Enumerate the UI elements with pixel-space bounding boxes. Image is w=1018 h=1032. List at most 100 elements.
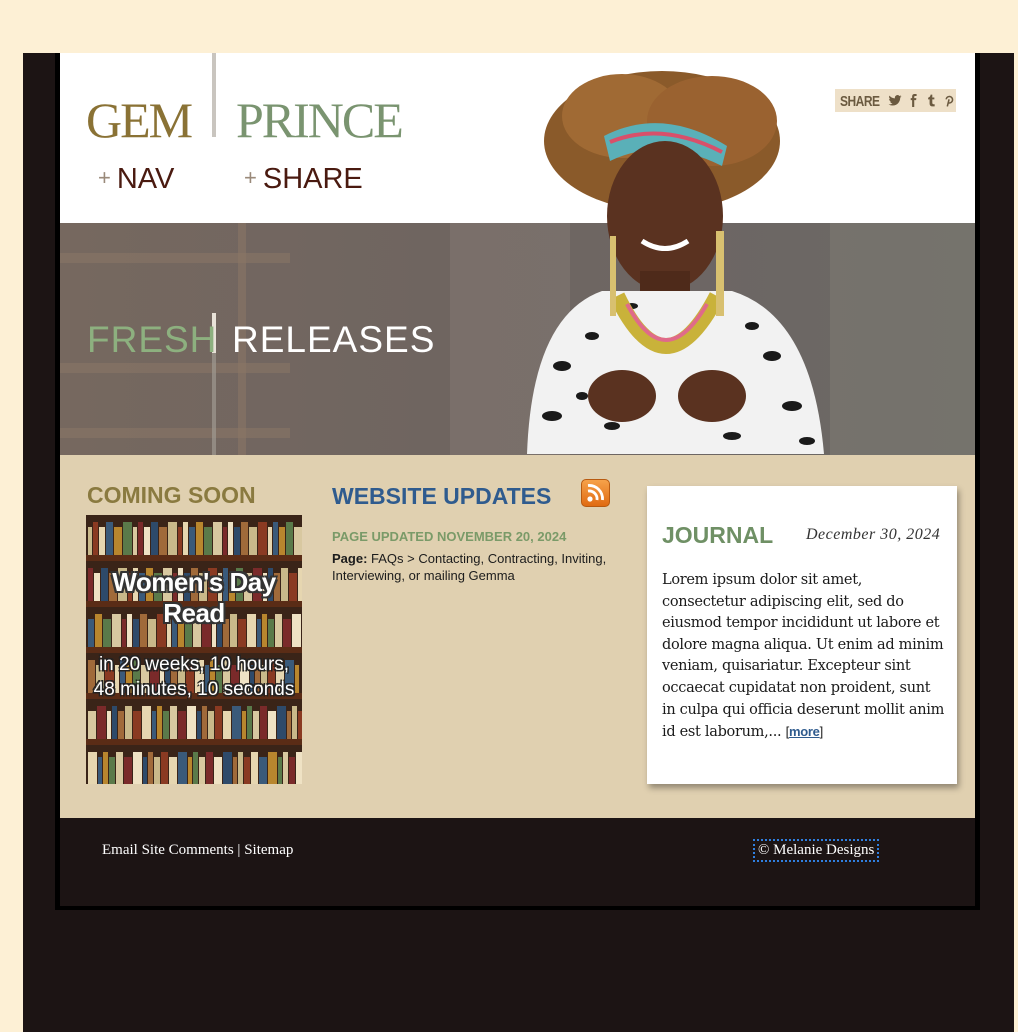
cover-book-spine [273,522,278,555]
book-cover-promo[interactable]: Women's Day Read in 20 weeks, 10 hours, … [86,515,302,784]
cover-book-spine [208,711,214,739]
update-page-label: Page: [332,551,368,566]
cover-book-spine [298,711,302,739]
cover-book-spine [197,711,201,739]
cover-book-spine [204,527,212,555]
cover-book-spine [287,711,291,739]
countdown-text: in 20 weeks, 10 hours, 48 minutes, 10 se… [93,654,295,700]
share-menu-toggle[interactable]: + SHARE [244,163,363,196]
cover-book-spine [206,752,213,784]
cover-book-spine [268,752,277,784]
cover-book-spine [187,706,196,739]
cover-book-spine [234,527,240,555]
footer-separator: | [237,842,241,858]
journal-body-text: Lorem ipsum dolor sit amet, consectetur … [662,572,945,741]
share-bar-label: SHARE [840,91,880,110]
social-share-bar: SHARE [835,89,956,112]
logo-gem[interactable]: GEM [86,91,193,149]
cover-book-spine [116,752,123,784]
cover-book-spine [193,752,198,784]
cover-book-spine [88,752,97,784]
plus-icon: + [98,165,111,190]
facebook-icon[interactable] [906,93,920,108]
nav-menu-toggle[interactable]: + NAV [98,163,174,196]
cover-book-spine [178,527,182,555]
share-menu-label: SHARE [262,163,363,195]
cover-book-spine [103,752,108,784]
cover-book-spine [143,757,147,784]
cover-book-spine [112,706,117,739]
cover-book-spine [242,711,246,739]
cover-book-spine [98,757,102,784]
background-shelf [60,253,290,263]
journal-heading: JOURNAL [662,522,774,548]
cover-book-spine [286,522,293,555]
cover-book-spine [88,527,92,555]
twitter-icon[interactable] [888,93,902,108]
cover-book-spine [154,757,160,784]
cover-book-spine [163,711,169,739]
page-container: GEM PRINCE + NAV + SHARE SHARE FRESH RELEA… [60,53,975,906]
copyright-link[interactable]: © Melanie Designs [753,839,880,862]
update-page-text: FAQs > Contacting, Contracting, Inviting… [332,551,607,583]
cover-book-spine [107,711,111,739]
cover-book-spine [215,706,222,739]
coming-soon-heading: COMING SOON [87,482,256,508]
website-updates-heading: WEBSITE UPDATES [332,483,552,509]
background-shelf [60,428,290,438]
cover-book-spine [178,711,186,739]
logo-prince[interactable]: PRINCE [236,91,404,149]
cover-title: Women's Day Read [112,567,276,628]
cover-book-spine [170,706,177,739]
background-window [830,223,975,455]
cover-book-spine [106,522,113,555]
cover-book-spine [88,711,96,739]
cover-book-spine [168,522,177,555]
cover-book-spine [228,522,233,555]
logo-divider [212,53,216,137]
cover-book-spine [294,527,302,555]
cover-book-spine [279,527,285,555]
pinterest-icon[interactable] [942,93,956,108]
journal-more-link[interactable]: more [789,724,820,739]
cover-book-spine [169,757,177,784]
cover-book-spine [189,527,195,555]
update-entry[interactable]: Page: FAQs > Contacting, Contracting, In… [332,550,642,584]
cover-book-spine [93,522,98,555]
banner-word-fresh: FRESH [87,319,218,360]
cover-book-spine [118,711,124,739]
rss-feed-icon[interactable] [581,479,610,507]
sitemap-link[interactable]: Sitemap [244,842,293,858]
page-updated-date: PAGE UPDATED NOVEMBER 20, 2024 [332,529,567,544]
site-header: GEM PRINCE + NAV + SHARE SHARE [60,53,975,223]
site-footer: Email Site Comments | Sitemap © Melanie … [60,818,975,906]
cover-book-spine [232,706,241,739]
cover-book-spine [268,527,272,555]
cover-book-spine [253,711,259,739]
cover-book-spine [259,757,267,784]
tumblr-icon[interactable] [924,93,938,108]
cover-book-spine [196,522,203,555]
rss-icon [587,484,604,502]
cover-book-spine [161,752,168,784]
cover-book-spine [223,527,227,555]
cover-book-spine [213,522,222,555]
portrait-image [527,71,824,454]
journal-card: JOURNAL December 30, 2024 Lorem ipsum do… [647,486,957,784]
cover-book-spine [125,706,132,739]
more-link-wrapper: [more] [786,724,824,739]
email-comments-link[interactable]: Email Site Comments [102,842,234,858]
cover-book-spine [278,757,282,784]
cover-book-spine [109,757,115,784]
cover-book-spine [133,752,142,784]
cover-book-spine [283,752,288,784]
cover-book-spine [247,706,252,739]
cover-book-spine [148,752,153,784]
cover-book-spine [151,522,158,555]
cover-book-spine [238,752,243,784]
background-shelf [60,363,290,373]
cover-book-spine [223,711,231,739]
banner-word-releases: RELEASES [232,319,436,360]
cover-book-spine [268,711,276,739]
cover-book-spine [142,706,151,739]
